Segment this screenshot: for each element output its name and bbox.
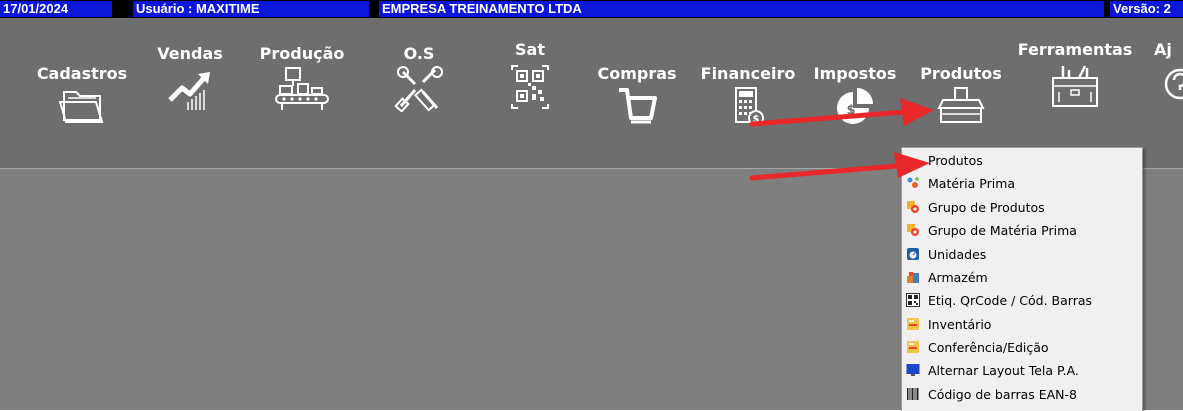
dropdown-item-label: Inventário xyxy=(928,316,992,332)
menu-os[interactable]: O.S xyxy=(384,40,454,112)
menu-label: Financeiro xyxy=(700,64,796,83)
menu-label: Cadastros xyxy=(36,64,128,83)
menu-vendas[interactable]: Vendas xyxy=(148,40,232,112)
dropdown-item-label: Armazém xyxy=(928,269,988,285)
conveyor-icon xyxy=(275,67,329,110)
menu-producao[interactable]: Produção xyxy=(254,40,350,112)
inventory-icon xyxy=(907,318,919,330)
help-icon xyxy=(1164,68,1183,100)
pie-chart-icon: $ xyxy=(837,88,873,124)
menu-impostos[interactable]: Impostos $ xyxy=(809,40,901,126)
scale-icon xyxy=(907,248,919,260)
dropdown-item-label: Grupo de Matéria Prima xyxy=(928,222,1077,238)
product-icon xyxy=(906,153,920,167)
qrcode-label-icon xyxy=(906,293,920,307)
dropdown-item-etiq-qrcode[interactable]: Etiq. QrCode / Cód. Barras xyxy=(906,289,1138,311)
tools-icon xyxy=(394,66,443,112)
qrcode-icon xyxy=(511,65,549,109)
produtos-dropdown: Produtos Matéria Prima Grupo de Produtos… xyxy=(901,147,1143,411)
menu-cadastros[interactable]: Cadastros xyxy=(35,40,129,126)
menu-compras[interactable]: Compras xyxy=(595,40,679,126)
dropdown-item-armazem[interactable]: Armazém xyxy=(906,266,1138,288)
menu-ajuda[interactable]: Aj xyxy=(1154,40,1183,102)
dropdown-item-grupo-materia-prima[interactable]: Grupo de Matéria Prima xyxy=(906,219,1138,241)
trend-up-icon xyxy=(168,72,210,110)
status-user: Usuário : MAXITIME xyxy=(133,1,369,17)
product-box-icon xyxy=(937,87,985,123)
status-bar: 17/01/2024 Usuário : MAXITIME EMPRESA TR… xyxy=(0,0,1183,18)
menu-label: Ferramentas xyxy=(1017,40,1133,59)
dropdown-item-conferencia-edicao[interactable]: Conferência/Edição xyxy=(906,336,1138,358)
menu-label: Vendas xyxy=(157,44,223,63)
warehouse-icon xyxy=(907,272,919,283)
menu-ferramentas[interactable]: Ferramentas xyxy=(1014,40,1136,112)
dropdown-item-alternar-layout[interactable]: Alternar Layout Tela P.A. xyxy=(906,359,1138,381)
menu-label: Impostos xyxy=(813,64,897,83)
dropdown-item-cut-off[interactable] xyxy=(906,406,1138,411)
svg-text:$: $ xyxy=(846,103,855,118)
menu-produtos[interactable]: Produtos xyxy=(914,40,1008,126)
dropdown-item-produtos[interactable]: Produtos xyxy=(906,149,1138,171)
dropdown-item-materia-prima[interactable]: Matéria Prima xyxy=(906,172,1138,194)
dropdown-item-label: Etiq. QrCode / Cód. Barras xyxy=(928,292,1093,308)
menu-sat[interactable]: Sat xyxy=(500,40,560,112)
raw-material-group-icon xyxy=(907,224,919,236)
dropdown-item-label: Unidades xyxy=(928,246,987,262)
dropdown-item-label: Produtos xyxy=(928,152,983,168)
menu-label: Produção xyxy=(259,44,345,63)
dropdown-item-label: Grupo de Produtos xyxy=(928,199,1045,215)
status-company: EMPRESA TREINAMENTO LTDA xyxy=(379,1,1104,17)
menu-financeiro[interactable]: Financeiro $ xyxy=(696,40,800,130)
dropdown-item-unidades[interactable]: Unidades xyxy=(906,243,1138,265)
dropdown-item-label: Matéria Prima xyxy=(928,175,1016,191)
toolbox-icon xyxy=(1052,65,1098,107)
monitor-icon xyxy=(906,364,920,376)
status-version: Versão: 2 xyxy=(1110,1,1183,17)
menu-label: Sat xyxy=(515,40,545,59)
dropdown-item-codigo-barras-ean8[interactable]: Código de barras EAN-8 xyxy=(906,383,1138,405)
barcode-icon xyxy=(907,388,919,400)
dropdown-item-inventario[interactable]: Inventário xyxy=(906,313,1138,335)
menu-label: Aj xyxy=(1154,40,1172,59)
svg-text:$: $ xyxy=(753,114,760,125)
dropdown-item-label: Conferência/Edição xyxy=(928,339,1049,355)
calculator-icon: $ xyxy=(735,87,764,126)
status-date: 17/01/2024 xyxy=(0,1,112,17)
check-edit-icon xyxy=(907,341,919,353)
dropdown-item-grupo-produtos[interactable]: Grupo de Produtos xyxy=(906,196,1138,218)
dropdown-item-label: Código de barras EAN-8 xyxy=(928,386,1077,402)
cart-icon xyxy=(619,88,657,124)
menu-label: O.S xyxy=(403,44,435,63)
dropdown-item-label: Alternar Layout Tela P.A. xyxy=(928,362,1079,378)
raw-material-icon xyxy=(907,177,919,188)
menu-label: Produtos xyxy=(920,64,1002,83)
product-group-icon xyxy=(907,201,919,213)
folder-icon xyxy=(58,91,104,123)
menu-label: Compras xyxy=(597,64,677,83)
